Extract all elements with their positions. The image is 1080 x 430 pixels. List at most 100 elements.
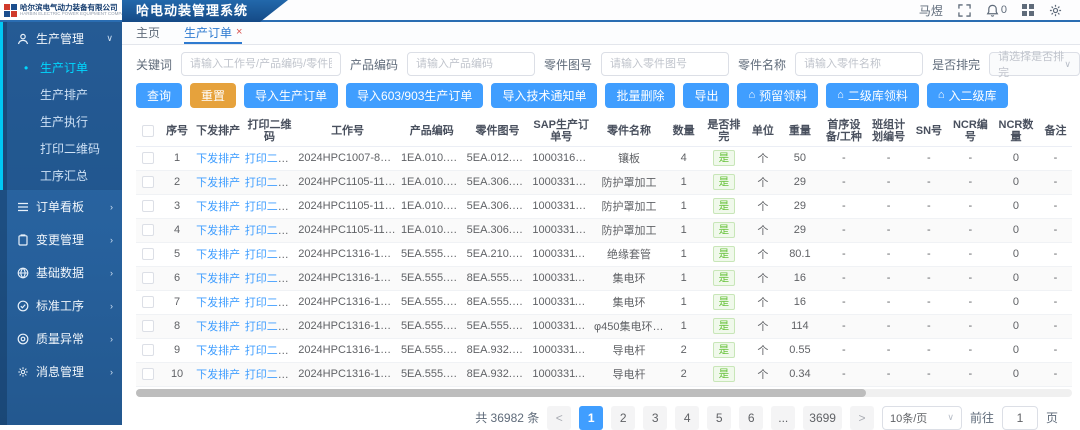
row-checkbox[interactable] [142, 248, 154, 260]
part-drawing-no-input[interactable] [601, 52, 729, 76]
data-cell: - [1039, 242, 1072, 266]
print-qrcode-link[interactable]: 打印二维码 [245, 153, 296, 165]
search-button[interactable]: 查询 [136, 83, 182, 108]
page-button-6[interactable]: 6 [739, 406, 763, 430]
row-checkbox[interactable] [142, 320, 154, 332]
table-row: 2下发排产打印二维码2024HPC1105-1147-21EA.010.2091… [136, 170, 1072, 194]
print-qrcode-cell: 打印二维码 [243, 146, 296, 170]
page-button-5[interactable]: 5 [707, 406, 731, 430]
fullscreen-icon[interactable] [958, 4, 971, 17]
sidebar-group-base-data-header[interactable]: 基础数据 › [0, 256, 122, 289]
data-cell: 8EA.932.0931 [465, 362, 531, 386]
tab-home[interactable]: 主页 [136, 22, 160, 44]
sidebar-group-standard-process-header[interactable]: 标准工序 › [0, 289, 122, 322]
print-qrcode-link[interactable]: 打印二维码 [245, 297, 296, 309]
dispatch-link[interactable]: 下发排产 [196, 321, 240, 333]
tab-label: 主页 [136, 24, 160, 41]
sidebar-item-process-summary[interactable]: 工序汇总 [0, 163, 122, 190]
sidebar-item-production-order[interactable]: 生产订单 [0, 55, 122, 82]
print-qrcode-link[interactable]: 打印二维码 [245, 177, 296, 189]
next-page-button[interactable]: > [850, 406, 874, 430]
sidebar-group-message-mgmt-header[interactable]: 消息管理 › [0, 355, 122, 388]
reserve-material-button[interactable]: ⌂ 预留领料 [737, 83, 818, 108]
secondary-warehouse-in-button[interactable]: ⌂ 入二级库 [927, 83, 1008, 108]
user-name[interactable]: 马煜 [919, 2, 943, 19]
import-production-order-button[interactable]: 导入生产订单 [244, 83, 338, 108]
dispatch-link[interactable]: 下发排产 [196, 297, 240, 309]
dispatch-link[interactable]: 下发排产 [196, 273, 240, 285]
sidebar-group-quality-exception-header[interactable]: 质量异常 › [0, 322, 122, 355]
print-qrcode-link[interactable]: 打印二维码 [245, 321, 296, 333]
page-button-2[interactable]: 2 [611, 406, 635, 430]
row-checkbox-cell [136, 338, 161, 362]
print-qrcode-link[interactable]: 打印二维码 [245, 345, 296, 357]
row-checkbox[interactable] [142, 368, 154, 380]
page-size-select[interactable]: 10条/页 ∨ [882, 406, 962, 430]
secondary-warehouse-pick-button[interactable]: ⌂ 二级库领料 [826, 83, 919, 108]
goto-page-input[interactable] [1002, 406, 1038, 430]
select-all-checkbox[interactable] [142, 125, 154, 137]
row-checkbox-cell [136, 290, 161, 314]
dispatch-link[interactable]: 下发排产 [196, 369, 240, 381]
part-name-input[interactable] [795, 52, 923, 76]
settings-gear-icon[interactable] [1049, 4, 1062, 17]
print-qrcode-link[interactable]: 打印二维码 [245, 369, 296, 381]
chevron-right-icon: › [110, 334, 113, 344]
gear-icon [17, 366, 29, 378]
page-button-3[interactable]: 3 [643, 406, 667, 430]
data-cell: 5EA.555.0312 [399, 362, 465, 386]
dispatch-link[interactable]: 下发排产 [196, 249, 240, 261]
keyword-input[interactable] [181, 52, 341, 76]
dispatch-link[interactable]: 下发排产 [196, 225, 240, 237]
data-cell: - [867, 266, 910, 290]
seq-cell: 5 [161, 242, 194, 266]
sidebar-item-production-execution[interactable]: 生产执行 [0, 109, 122, 136]
print-qrcode-link[interactable]: 打印二维码 [245, 201, 296, 213]
row-checkbox[interactable] [142, 272, 154, 284]
column-header-16: NCR数量 [993, 116, 1039, 146]
page-button-1[interactable]: 1 [579, 406, 603, 430]
schedule-status-select[interactable]: 请选择是否排完 ∨ [989, 52, 1080, 76]
horizontal-scrollbar-thumb[interactable] [136, 389, 866, 397]
export-button[interactable]: 导出 [683, 83, 729, 108]
notification-icon[interactable]: 0 [986, 4, 1007, 17]
data-cell: 2 [666, 338, 701, 362]
dispatch-link[interactable]: 下发排产 [196, 177, 240, 189]
row-checkbox[interactable] [142, 224, 154, 236]
product-code-input[interactable] [407, 52, 535, 76]
sidebar-group-change-mgmt-header[interactable]: 变更管理 › [0, 223, 122, 256]
page-button-4[interactable]: 4 [675, 406, 699, 430]
data-cell: 集电环 [592, 290, 666, 314]
batch-delete-button[interactable]: 批量删除 [605, 83, 675, 108]
keyword-label: 关键词 [136, 56, 172, 73]
row-checkbox[interactable] [142, 152, 154, 164]
dispatch-link[interactable]: 下发排产 [196, 153, 240, 165]
row-checkbox[interactable] [142, 176, 154, 188]
horizontal-scrollbar[interactable] [136, 389, 1072, 397]
dispatch-link[interactable]: 下发排产 [196, 345, 240, 357]
print-qrcode-link[interactable]: 打印二维码 [245, 225, 296, 237]
page-button-3699[interactable]: 3699 [803, 406, 842, 430]
print-qrcode-link[interactable]: 打印二维码 [245, 249, 296, 261]
page-ellipsis[interactable]: ... [771, 406, 795, 430]
data-cell: 8EA.555.0347 [465, 290, 531, 314]
tab-production-order[interactable]: 生产订单 × [184, 22, 242, 44]
row-checkbox[interactable] [142, 200, 154, 212]
seq-cell: 7 [161, 290, 194, 314]
import-603-903-order-button[interactable]: 导入603/903生产订单 [346, 83, 483, 108]
sidebar-group-order-board-header[interactable]: 订单看板 › [0, 190, 122, 223]
print-qrcode-link[interactable]: 打印二维码 [245, 273, 296, 285]
sidebar-item-production-scheduling[interactable]: 生产排产 [0, 82, 122, 109]
sidebar-item-print-qrcode[interactable]: 打印二维码 [0, 136, 122, 163]
reset-button[interactable]: 重置 [190, 83, 236, 108]
dispatch-cell: 下发排产 [194, 170, 243, 194]
sidebar-group-production-header[interactable]: 生产管理 ∨ [0, 22, 122, 55]
prev-page-button[interactable]: < [547, 406, 571, 430]
apps-grid-icon[interactable] [1022, 4, 1034, 16]
sidebar: 生产管理 ∨ 生产订单 生产排产 生产执行 打印二维码 工序汇总 订单看板 › … [0, 22, 122, 425]
tab-close-icon[interactable]: × [236, 27, 242, 38]
row-checkbox[interactable] [142, 344, 154, 356]
row-checkbox[interactable] [142, 296, 154, 308]
dispatch-link[interactable]: 下发排产 [196, 201, 240, 213]
import-tech-notice-button[interactable]: 导入技术通知单 [491, 83, 597, 108]
